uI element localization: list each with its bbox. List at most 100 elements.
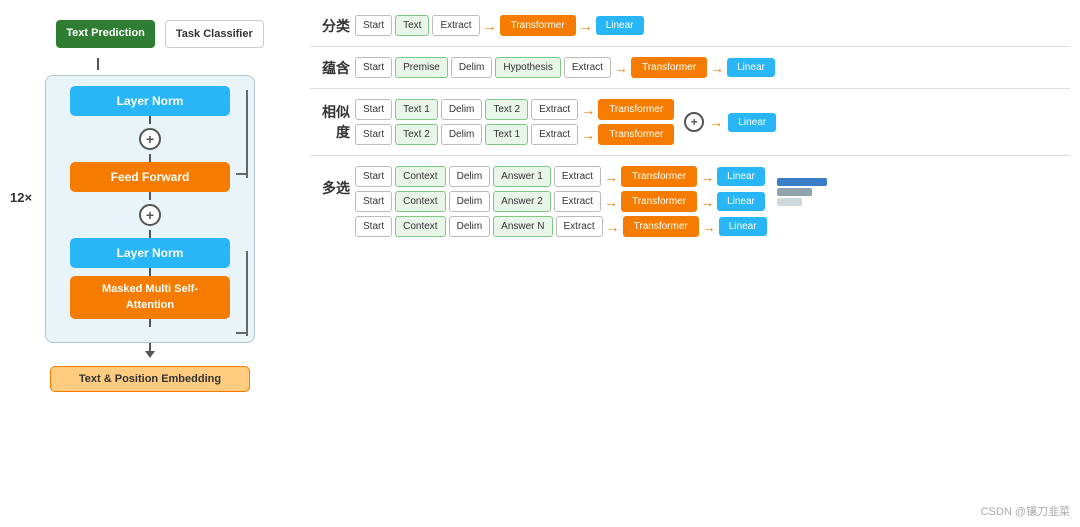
- seq-answer2-mc2: Answer 2: [493, 191, 551, 212]
- conn4: [149, 230, 151, 238]
- seq-text-cls: Text: [395, 15, 429, 36]
- seq-context-mc3: Context: [395, 216, 445, 237]
- seq-linear-mc2: Linear: [717, 192, 765, 211]
- plus-circle-attn: +: [139, 204, 161, 226]
- conn2: [149, 154, 151, 162]
- seq-transformer-sim1: Transformer: [598, 99, 674, 120]
- seq-delim-sim2: Delim: [441, 124, 483, 145]
- feed-forward: Feed Forward: [70, 162, 230, 192]
- seq-start-mc1: Start: [355, 166, 392, 187]
- seq-extract-sim2: Extract: [531, 124, 578, 145]
- seq-mc-row1: Start Context Delim Answer 1 Extract → T…: [355, 166, 767, 187]
- seq-extract-mc2: Extract: [554, 191, 601, 212]
- seq-context-mc1: Context: [395, 166, 445, 187]
- seq-start-mc3: Start: [355, 216, 392, 237]
- seq-delim-mc2: Delim: [449, 191, 491, 212]
- seq-linear-cls: Linear: [596, 16, 644, 35]
- seq-start-cls: Start: [355, 15, 392, 36]
- skip-attn-line: [246, 251, 248, 336]
- skip-ff-line: [246, 90, 248, 178]
- text-prediction-label: Text Prediction: [56, 20, 155, 48]
- arrow-mc1b: →: [700, 169, 714, 185]
- seq-text2-sim1: Text 2: [485, 99, 528, 120]
- seq-context-mc2: Context: [395, 191, 445, 212]
- seq-linear-sim: Linear: [728, 113, 776, 132]
- seq-transformer-mc1: Transformer: [621, 166, 697, 187]
- masked-multi-attn: Masked Multi Self-Attention: [70, 276, 230, 319]
- seq-start-mc2: Start: [355, 191, 392, 212]
- layer-norm-bottom: Layer Norm: [70, 238, 230, 268]
- seq-transformer-ent: Transformer: [631, 57, 707, 78]
- seq-start-sim2: Start: [355, 124, 392, 145]
- arrow-sim1: →: [581, 102, 595, 118]
- seq-start-ent: Start: [355, 57, 392, 78]
- conn5: [149, 268, 151, 276]
- arrow-mc1: →: [604, 169, 618, 185]
- plus-circle-sim: +: [684, 112, 704, 132]
- seq-transformer-sim2: Transformer: [598, 124, 674, 145]
- task-label-similarity: 相似度: [310, 102, 350, 142]
- arrow-mc2: →: [604, 194, 618, 210]
- task-label-classification: 分类: [310, 16, 350, 36]
- seq-extract-cls: Extract: [432, 15, 479, 36]
- stack-bar-1: [777, 178, 827, 186]
- skip-ff-horiz: [236, 173, 248, 175]
- plus-circle-ff: +: [139, 128, 161, 150]
- label-12x: 12×: [10, 190, 32, 205]
- task-label-mc: 多选: [310, 178, 350, 198]
- seq-text1-sim1: Text 1: [395, 99, 438, 120]
- divider3: [310, 155, 1070, 156]
- arrow-mc3: →: [606, 219, 620, 235]
- seq-sim-row2: Start Text 2 Delim Text 1 Extract → Tran…: [355, 124, 674, 145]
- seq-answer1-mc1: Answer 1: [493, 166, 551, 187]
- seq-sim-row1: Start Text 1 Delim Text 2 Extract → Tran…: [355, 99, 674, 120]
- divider1: [310, 46, 1070, 47]
- stack-bar-2: [777, 188, 812, 196]
- seq-linear-mc3: Linear: [719, 217, 767, 236]
- task-label-entailment: 蕴含: [310, 58, 350, 78]
- seq-linear-mc1: Linear: [717, 167, 765, 186]
- layer-norm-top: Layer Norm: [70, 86, 230, 116]
- seq-answerN-mc3: Answer N: [493, 216, 552, 237]
- seq-entailment: Start Premise Delim Hypothesis Extract →…: [355, 57, 775, 78]
- seq-delim-mc1: Delim: [449, 166, 491, 187]
- left-panel: Text Prediction Task Classifier Layer No…: [10, 10, 290, 517]
- main-container: Text Prediction Task Classifier Layer No…: [0, 0, 1080, 527]
- arrow-sim-out: →: [709, 114, 723, 130]
- stack-bar-3: [777, 198, 802, 206]
- connector-top: [97, 58, 99, 70]
- seq-extract-ent: Extract: [564, 57, 611, 78]
- arrow-mc2b: →: [700, 194, 714, 210]
- arrow-cls2: →: [579, 18, 593, 34]
- arrow-sim2: →: [581, 127, 595, 143]
- task-row-entailment: 蕴含 Start Premise Delim Hypothesis Extrac…: [310, 57, 1070, 78]
- seq-extract-mc1: Extract: [554, 166, 601, 187]
- arrow-ent: →: [614, 60, 628, 76]
- top-labels: Text Prediction Task Classifier: [56, 20, 264, 48]
- transformer-box: Layer Norm + Feed Forward + Layer Norm M…: [45, 75, 255, 343]
- divider2: [310, 88, 1070, 89]
- seq-hypothesis: Hypothesis: [495, 57, 560, 78]
- arrow-cls: →: [483, 18, 497, 34]
- seq-transformer-mc2: Transformer: [621, 191, 697, 212]
- seq-start-sim1: Start: [355, 99, 392, 120]
- stacked-output: [777, 178, 827, 206]
- arrow-ent2: →: [710, 60, 724, 76]
- seq-delim-sim1: Delim: [441, 99, 483, 120]
- seq-mc-row3: Start Context Delim Answer N Extract → T…: [355, 216, 767, 237]
- seq-delim-ent: Delim: [451, 57, 493, 78]
- seq-transformer-cls: Transformer: [500, 15, 576, 36]
- conn7: [149, 343, 151, 351]
- task-row-mc: 多选 Start Context Delim Answer 1 Extract …: [310, 166, 1070, 237]
- skip-attn-horiz: [236, 332, 248, 334]
- task-classifier-label: Task Classifier: [165, 20, 264, 48]
- right-panel: 分类 Start Text Extract → Transformer → Li…: [300, 10, 1070, 517]
- seq-delim-mc3: Delim: [449, 216, 491, 237]
- seq-mc-row2: Start Context Delim Answer 2 Extract → T…: [355, 191, 767, 212]
- conn1: [149, 116, 151, 124]
- seq-text2-sim2: Text 2: [395, 124, 438, 145]
- arrow-mc3b: →: [702, 219, 716, 235]
- arrow-down-embed: [145, 351, 155, 358]
- task-row-similarity: 相似度 Start Text 1 Delim Text 2 Extract → …: [310, 99, 1070, 145]
- seq-premise: Premise: [395, 57, 448, 78]
